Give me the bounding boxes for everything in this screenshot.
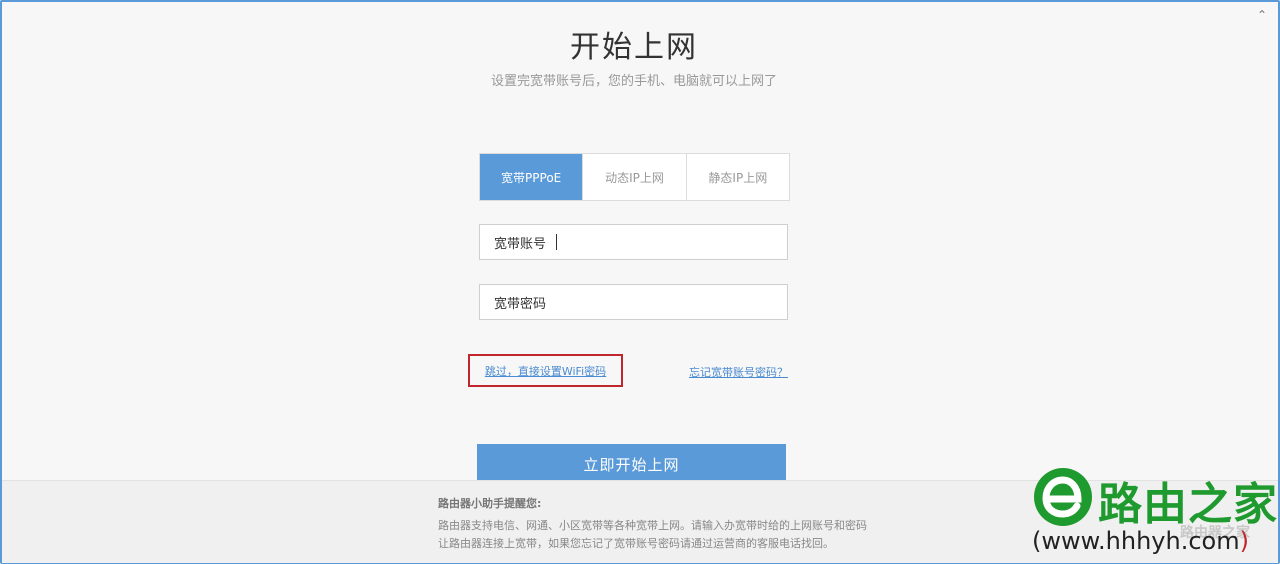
watermark-url-paren: ) [1239, 527, 1249, 555]
tips-block: 路由器小助手提醒您: 路由器支持电信、网通、小区宽带等各种宽带上网。请输入办宽带… [438, 495, 867, 553]
tab-static-ip[interactable]: 静态IP上网 [685, 154, 789, 200]
tips-line: 路由器支持电信、网通、小区宽带等各种宽带上网。请输入办宽带时给的上网账号和密码 [438, 519, 867, 532]
skip-to-wifi-link[interactable]: 跳过，直接设置WiFi密码 [485, 363, 606, 379]
site-watermark: 路由之家 路由器之家 (www.hhhyh.com) [1030, 462, 1280, 564]
watermark-url-text: (www.hhhyh.com [1032, 527, 1240, 555]
skip-highlight-box: 跳过，直接设置WiFi密码 [468, 354, 623, 387]
tips-title: 路由器小助手提醒您: [438, 497, 542, 510]
start-internet-button[interactable]: 立即开始上网 [477, 444, 786, 484]
page-subtitle: 设置完宽带账号后，您的手机、电脑就可以上网了 [490, 74, 777, 89]
helper-links: 跳过，直接设置WiFi密码 忘记宽带账号密码？ [468, 354, 788, 390]
chevron-up-icon[interactable]: ⌃ [1256, 9, 1268, 21]
forgot-account-link[interactable]: 忘记宽带账号密码？ [689, 364, 788, 380]
watermark-url: (www.hhhyh.com) [1032, 526, 1276, 556]
tips-line: 让路由器连接上宽带，如果您忘记了宽带账号密码请通过运营商的客服电话找回。 [438, 537, 834, 550]
tab-dynamic-ip[interactable]: 动态IP上网 [582, 154, 685, 200]
page-title: 开始上网 [570, 30, 698, 65]
e-logo-icon [1034, 468, 1092, 526]
tab-pppoe[interactable]: 宽带PPPoE [480, 154, 583, 200]
password-field[interactable]: 宽带密码 [479, 284, 788, 320]
connection-type-tabs: 宽带PPPoE 动态IP上网 静态IP上网 [479, 153, 790, 201]
account-field[interactable]: 宽带账号 [479, 224, 788, 260]
